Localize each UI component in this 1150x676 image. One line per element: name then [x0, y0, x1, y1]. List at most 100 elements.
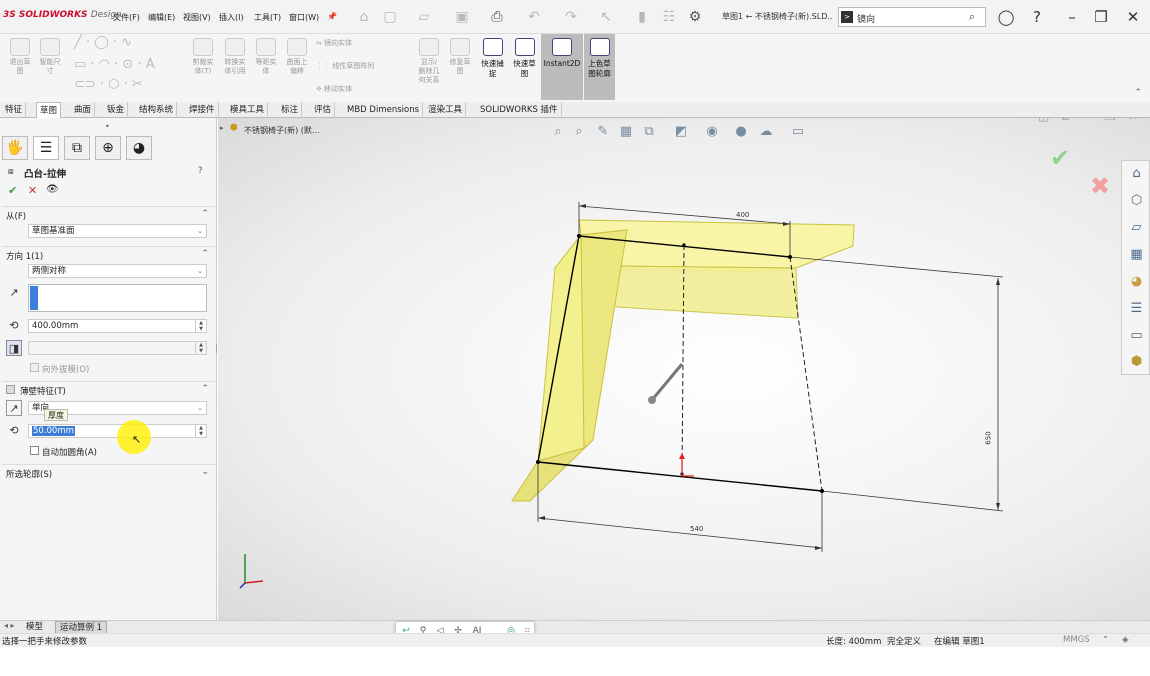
repair-sketch-button[interactable]: 修复草 图 [445, 38, 475, 76]
select-arrow-icon[interactable]: ↖ [597, 8, 615, 26]
close-button[interactable]: ✕ [1122, 6, 1144, 28]
auto-fillet-checkbox[interactable] [30, 446, 39, 455]
draft-angle-input[interactable]: ▲ ▼ [28, 341, 207, 355]
ok-check-icon[interactable]: ✔ [8, 184, 17, 197]
direction-selection-box[interactable] [28, 284, 207, 312]
tab-weldments[interactable]: 焊接件 [186, 102, 219, 118]
drag-handle[interactable] [648, 363, 684, 404]
graphics-area[interactable]: ▸ ⬢ 不锈钢椅子(新) (默... ⌕ ⌕ ✎ ▦ ⧉ ◩ ◉ ● ☁ ▭ ◫… [218, 118, 1150, 620]
thin-feature-checkbox[interactable] [6, 385, 15, 394]
menu-tools[interactable]: 工具(T) [254, 12, 281, 23]
convert-entities-button[interactable]: 转换实 体引用 [220, 38, 250, 76]
menu-edit[interactable]: 编辑(E) [148, 12, 175, 23]
tab-structure-system[interactable]: 结构系统 [136, 102, 178, 118]
custom-properties-icon[interactable]: ☰ [1128, 300, 1145, 317]
reverse-direction-icon[interactable]: ↗ [6, 285, 22, 301]
tab-mbd-dimensions[interactable]: MBD Dimensions [344, 102, 424, 118]
undo-icon[interactable]: ↶ [525, 8, 543, 26]
section-selected-contours[interactable]: 所选轮廓(S) ⌄ [2, 464, 215, 480]
view-palette-icon[interactable]: ▦ [1128, 246, 1145, 263]
configuration-manager-tab-icon[interactable]: ⧉ [64, 136, 90, 160]
collapse-ribbon-icon[interactable]: ⌃ [1134, 88, 1142, 98]
preview-eye-icon[interactable]: 👁 [46, 184, 59, 195]
dimxpert-tab-icon[interactable]: ⊕ [95, 136, 121, 160]
cancel-x-icon[interactable]: ✕ [28, 184, 37, 197]
move-entities-button[interactable]: ✥ 移动实体 [316, 85, 411, 94]
sketch-entity-tools[interactable]: ╱ · ◯ · ∿ ▭ · ◠ · ⊙ · A ⊂⊃ · ⬡ · ✂ [70, 36, 180, 96]
tab-features[interactable]: 特征 [2, 102, 27, 118]
draft-outward-checkbox[interactable] [30, 363, 39, 372]
from-start-condition-select[interactable]: 草图基准面 ⌄ [28, 224, 207, 238]
menu-file[interactable]: 文件(F) [113, 12, 140, 23]
expand-caret-icon[interactable]: ⌄ [201, 467, 209, 477]
search-input[interactable]: > 镜向 ⌕ [838, 7, 986, 27]
tab-markup[interactable]: 标注 [278, 102, 303, 118]
minimize-button[interactable]: – [1061, 6, 1083, 28]
solidworks-resources-icon[interactable]: ⬢ [1128, 353, 1145, 370]
section-from[interactable]: 从(F) ⌃ [2, 206, 215, 222]
collapse-caret-icon[interactable]: ⌃ [201, 209, 209, 219]
dimension-height-label[interactable]: 650 [985, 431, 993, 444]
help-icon[interactable]: ? [1026, 6, 1048, 28]
tab-evaluate[interactable]: 评估 [311, 102, 336, 118]
panel-expand-handle[interactable]: • [105, 122, 110, 131]
display-relations-button[interactable]: 显示/ 删除几 何关系 [414, 38, 444, 85]
section-thin-feature[interactable]: 薄壁特征(T) ⌃ [2, 381, 215, 397]
end-condition-select[interactable]: 两侧对称 ⌄ [28, 264, 207, 278]
design-library-icon[interactable]: ⬡ [1128, 192, 1145, 209]
home-icon[interactable]: ⌂ [355, 8, 373, 26]
tab-mold-tools[interactable]: 模具工具 [227, 102, 269, 118]
collapse-caret-icon[interactable]: ⌃ [201, 384, 209, 394]
file-properties-icon[interactable]: ☷ [660, 8, 678, 26]
forum-icon[interactable]: ▭ [1128, 327, 1145, 344]
thickness-spinner[interactable]: ▲ ▼ [195, 425, 206, 437]
dimension-bottom-label[interactable]: 540 [690, 525, 703, 533]
reverse-thickness-icon[interactable]: ↗ [6, 400, 22, 416]
mirror-entities-button[interactable]: ⇋ 镜向实体 [316, 39, 411, 48]
menu-insert[interactable]: 插入(I) [219, 12, 244, 23]
menu-window[interactable]: 窗口(W) [289, 12, 319, 23]
draft-icon[interactable]: ◨ [6, 340, 22, 356]
trim-entities-button[interactable]: 剪裁实 体(T) [188, 38, 218, 76]
rectangle-tool-icon[interactable]: ▭ · ◠ · ⊙ · A [74, 58, 155, 71]
units-menu-icon[interactable]: ⌃ [1102, 635, 1109, 645]
line-tool-icon[interactable]: ╱ · ◯ · ∿ [74, 36, 132, 49]
property-manager-tab-icon[interactable]: ☰ [33, 136, 59, 160]
offset-on-surface-button[interactable]: 曲面上 偏移 [282, 38, 312, 76]
offset-entities-button[interactable]: 等距实 体 [251, 38, 281, 76]
collapse-caret-icon[interactable]: ⌃ [201, 249, 209, 259]
appearances-icon[interactable]: ◕ [1128, 273, 1145, 290]
tab-sheet-metal[interactable]: 钣金 [104, 102, 129, 118]
user-account-icon[interactable]: ◯ [995, 6, 1017, 28]
rebuild-icon[interactable]: ▮ [633, 8, 651, 26]
options-gear-icon[interactable]: ⚙ [686, 8, 704, 26]
tab-solidworks-addins[interactable]: SOLIDWORKS 插件 [477, 102, 562, 118]
exit-sketch-button[interactable]: 退出草 图 [6, 38, 34, 76]
feature-manager-tab-icon[interactable]: 🖐 [2, 136, 28, 160]
open-folder-icon[interactable]: ▱ [415, 8, 433, 26]
home-icon[interactable]: ⌂ [1128, 165, 1145, 182]
new-document-icon[interactable]: ▢ [381, 8, 399, 26]
redo-icon[interactable]: ↷ [562, 8, 580, 26]
print-icon[interactable]: ⎙ [488, 8, 506, 26]
rapid-snaps-button[interactable]: 快速捕 捉 [477, 34, 508, 100]
tab-surfaces[interactable]: 曲面 [71, 102, 96, 118]
status-units[interactable]: MMGS [1063, 635, 1090, 645]
rapid-sketch-button[interactable]: 快速草 图 [509, 34, 540, 100]
slot-tool-icon[interactable]: ⊂⊃ · ⬡ · ✂ [74, 78, 143, 91]
tab-render-tools[interactable]: 渲染工具 [425, 102, 467, 118]
linear-pattern-button[interactable]: ⋮⋮ 线性草图阵列 [316, 62, 411, 71]
display-manager-tab-icon[interactable]: ◕ [126, 136, 152, 160]
depth-input[interactable]: 400.00mm ▲ ▼ [28, 319, 207, 333]
instant2d-button[interactable]: Instant2D [541, 34, 583, 100]
tooltip-toggle-icon[interactable]: ◈ [1122, 635, 1129, 645]
tab-sketch[interactable]: 草图 [36, 102, 62, 118]
file-explorer-icon[interactable]: ▱ [1128, 219, 1145, 236]
section-direction1[interactable]: 方向 1(1) ⌃ [2, 246, 215, 262]
menu-view[interactable]: 视图(V) [183, 12, 211, 23]
magnifier-icon[interactable]: ⌕ [969, 10, 975, 24]
draft-spinner[interactable]: ▲ ▼ [195, 342, 206, 354]
scroll-left-icon[interactable]: ◂ ▸ [4, 621, 15, 630]
pin-icon[interactable]: 📌 [327, 12, 337, 21]
help-icon[interactable]: ? [198, 166, 203, 176]
